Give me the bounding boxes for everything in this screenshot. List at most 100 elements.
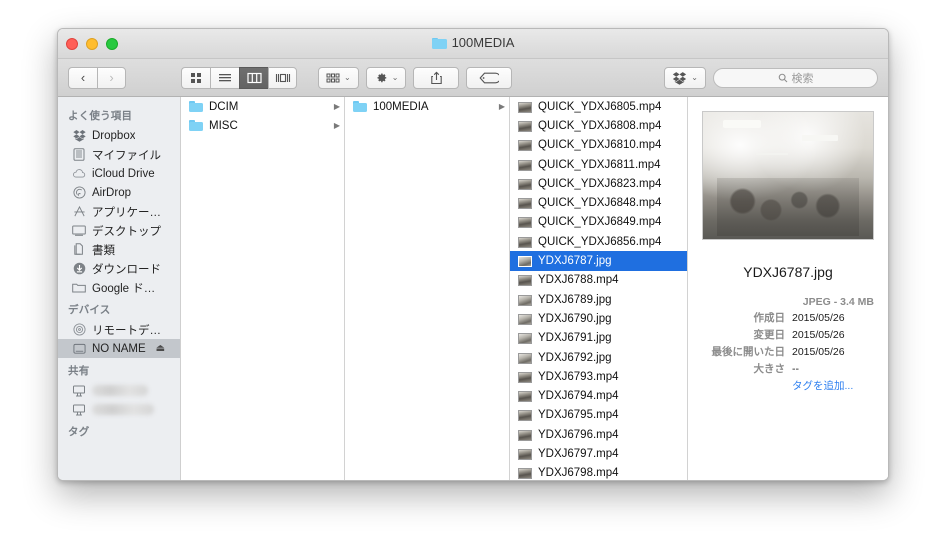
sidebar-item-myfiles[interactable]: マイファイル — [58, 145, 180, 164]
navigation-buttons: ‹ › — [68, 66, 126, 89]
view-mode-segmented-control — [181, 66, 297, 89]
item-label: QUICK_YDXJ6811.mp4 — [538, 158, 661, 171]
sidebar-item-dropbox[interactable]: Dropbox — [58, 126, 180, 145]
list-item[interactable]: YDXJ6798.mp4 — [510, 464, 687, 480]
item-label: 100MEDIA — [373, 100, 429, 113]
sidebar[interactable]: よく使う項目 Dropbox マイファイル iCloud Drive AirDr… — [58, 97, 181, 480]
sidebar-item-shared-1[interactable] — [58, 381, 180, 400]
action-button[interactable]: ⌄ — [365, 66, 407, 89]
grid-icon — [191, 72, 201, 83]
list-item[interactable]: QUICK_YDXJ6823.mp4 — [510, 174, 687, 193]
sidebar-item-airdrop[interactable]: AirDrop — [58, 183, 180, 202]
sidebar-item-documents[interactable]: 書類 — [58, 240, 180, 259]
sidebar-item-shared-2[interactable] — [58, 400, 180, 419]
item-label: YDXJ6793.mp4 — [538, 370, 619, 383]
sidebar-item-applications[interactable]: アプリケー… — [58, 202, 180, 221]
video-thumbnail-icon — [518, 275, 532, 287]
folder-icon — [72, 281, 86, 295]
chevron-down-icon: ⌄ — [691, 73, 698, 82]
arrange-icon — [326, 73, 340, 82]
sidebar-item-label: NO NAME — [92, 342, 146, 355]
column-files[interactable]: QUICK_YDXJ6805.mp4 QUICK_YDXJ6808.mp4 QU… — [510, 97, 688, 480]
coverflow-view-button[interactable] — [268, 66, 297, 89]
item-label: QUICK_YDXJ6808.mp4 — [538, 119, 662, 132]
item-label: YDXJ6789.jpg — [538, 293, 612, 306]
list-item[interactable]: QUICK_YDXJ6805.mp4 — [510, 97, 687, 116]
video-thumbnail-icon — [518, 410, 532, 422]
window-titlebar[interactable]: 100MEDIA — [58, 29, 888, 59]
dropbox-icon — [72, 129, 86, 143]
external-drive-icon — [72, 342, 86, 356]
list-item[interactable]: QUICK_YDXJ6856.mp4 — [510, 232, 687, 251]
list-item[interactable]: QUICK_YDXJ6808.mp4 — [510, 116, 687, 135]
sidebar-section-shared-header: 共有 — [68, 365, 90, 377]
forward-button[interactable]: › — [97, 66, 126, 89]
list-item[interactable]: YDXJ6797.mp4 — [510, 444, 687, 463]
redacted-name — [92, 385, 148, 396]
add-tags-link[interactable]: タグを追加... — [792, 380, 853, 393]
list-item[interactable]: YDXJ6789.jpg — [510, 290, 687, 309]
list-item[interactable]: YDXJ6791.jpg — [510, 329, 687, 348]
share-button[interactable] — [413, 66, 460, 89]
sidebar-item-google-drive[interactable]: Google ド… — [58, 278, 180, 297]
arrange-button[interactable]: ⌄ — [318, 66, 359, 89]
back-button[interactable]: ‹ — [68, 66, 97, 89]
column-100media[interactable]: 100MEDIA ▶ — [345, 97, 510, 480]
sidebar-item-icloud-drive[interactable]: iCloud Drive — [58, 164, 180, 183]
metadata-key: 作成日 — [753, 312, 786, 324]
list-item[interactable]: QUICK_YDXJ6849.mp4 — [510, 213, 687, 232]
list-item[interactable]: YDXJ6792.jpg — [510, 348, 687, 367]
folder-icon — [353, 100, 367, 113]
list-item-selected[interactable]: YDXJ6787.jpg — [510, 251, 687, 271]
preview-kind-size: JPEG - 3.4 MB — [802, 296, 874, 308]
remote-disc-icon — [72, 323, 86, 337]
icon-view-button[interactable] — [181, 66, 210, 89]
chevron-right-icon: ▶ — [498, 102, 505, 112]
list-item[interactable]: MISC ▶ — [181, 116, 344, 135]
list-item[interactable]: YDXJ6788.mp4 — [510, 271, 687, 290]
sidebar-item-downloads[interactable]: ダウンロード — [58, 259, 180, 278]
column-dcim[interactable]: DCIM ▶ MISC ▶ — [181, 97, 345, 480]
search-icon — [778, 73, 787, 82]
item-label: DCIM — [209, 100, 239, 113]
list-item[interactable]: QUICK_YDXJ6810.mp4 — [510, 136, 687, 155]
sidebar-item-label: ダウンロード — [92, 263, 161, 276]
photo-thumbnail-icon — [518, 333, 532, 345]
search-input[interactable]: 検索 — [713, 67, 878, 88]
eject-icon[interactable]: ⏏ — [156, 343, 165, 354]
sidebar-item-no-name[interactable]: NO NAME ⏏ — [58, 339, 180, 358]
item-label: QUICK_YDXJ6810.mp4 — [538, 139, 662, 152]
list-item[interactable]: YDXJ6794.mp4 — [510, 386, 687, 405]
list-item[interactable]: YDXJ6796.mp4 — [510, 425, 687, 444]
list-item[interactable]: DCIM ▶ — [181, 97, 344, 116]
video-thumbnail-icon — [518, 120, 532, 132]
item-label: YDXJ6787.jpg — [538, 255, 612, 268]
myfiles-icon — [72, 148, 86, 162]
list-item[interactable]: QUICK_YDXJ6811.mp4 — [510, 155, 687, 174]
item-label: YDXJ6792.jpg — [538, 351, 612, 364]
sidebar-section-devices-header: デバイス — [68, 304, 111, 316]
list-item[interactable]: YDXJ6795.mp4 — [510, 406, 687, 425]
item-label: MISC — [209, 119, 238, 132]
documents-icon — [72, 243, 86, 257]
sidebar-item-desktop[interactable]: デスクトップ — [58, 221, 180, 240]
list-view-button[interactable] — [210, 66, 239, 89]
window-body: よく使う項目 Dropbox マイファイル iCloud Drive AirDr… — [58, 97, 888, 480]
video-thumbnail-icon — [518, 371, 532, 383]
video-thumbnail-icon — [518, 101, 532, 113]
list-item[interactable]: YDXJ6790.jpg — [510, 309, 687, 328]
video-thumbnail-icon — [518, 236, 532, 248]
sidebar-item-label: リモートデ… — [92, 324, 161, 337]
list-item[interactable]: 100MEDIA ▶ — [345, 97, 509, 116]
gear-icon — [377, 73, 386, 82]
dropbox-button[interactable]: ⌄ — [664, 66, 706, 89]
list-item[interactable]: QUICK_YDXJ6848.mp4 — [510, 193, 687, 212]
sidebar-item-remote-disc[interactable]: リモートデ… — [58, 320, 180, 339]
list-item[interactable]: YDXJ6793.mp4 — [510, 367, 687, 386]
desktop-background: 100MEDIA ‹ › ⌄ ⌄ ⌄ 検索 よく使う項目 Dropbox マイフ… — [0, 0, 945, 560]
tag-button[interactable] — [466, 66, 513, 89]
column-view-button[interactable] — [239, 66, 268, 89]
video-thumbnail-icon — [518, 217, 532, 229]
dropbox-icon — [673, 71, 687, 85]
computer-icon — [72, 403, 86, 417]
